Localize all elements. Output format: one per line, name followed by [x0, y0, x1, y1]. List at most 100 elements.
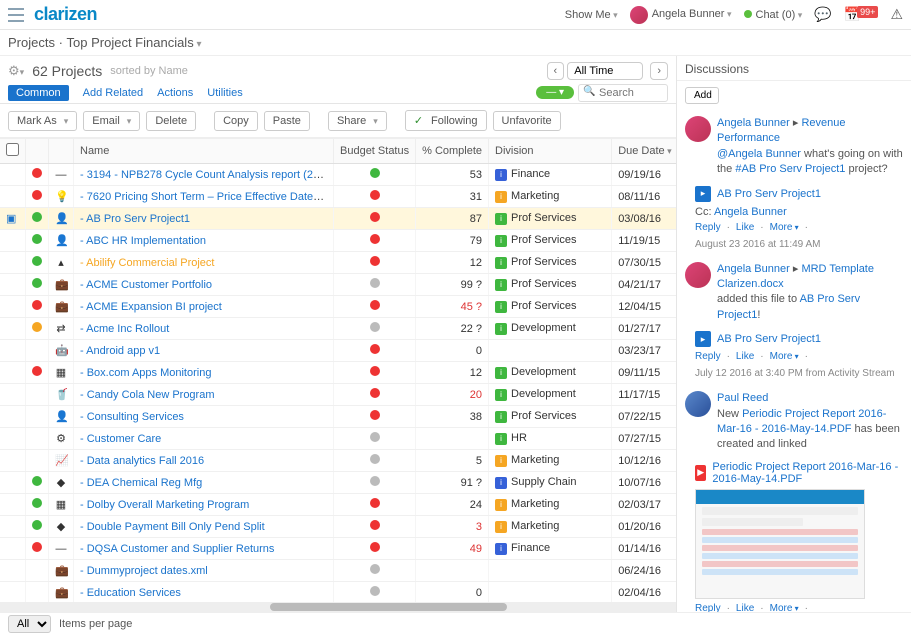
expand-icon[interactable]: ▣ [6, 213, 16, 225]
table-row[interactable]: 📈- Data analytics Fall 20165iMarketing10… [0, 450, 676, 472]
table-row[interactable]: ▦- Box.com Apps Monitoring12iDevelopment… [0, 362, 676, 384]
table-row[interactable]: 💼- Dummyproject dates.xml06/24/16 [0, 560, 676, 582]
table-row[interactable]: 💼- Education Services002/04/16ACME Corpo… [0, 582, 676, 603]
table-row[interactable]: ▦- Dolby Overall Marketing Program24iMar… [0, 494, 676, 516]
project-link[interactable]: - 3194 - NPB278 Cycle Count Analysis rep… [80, 169, 334, 181]
time-prev[interactable]: ‹ [547, 62, 565, 80]
table-row[interactable]: 🤖- Android app v1003/23/17Bluth Company [0, 340, 676, 362]
project-link[interactable]: - ACME Customer Portfolio [80, 279, 212, 291]
attachment[interactable]: ▸AB Pro Serv Project1 [695, 186, 911, 202]
project-link[interactable]: - Candy Cola New Program [80, 389, 215, 401]
mention-link[interactable]: @Angela Bunner [717, 148, 801, 160]
attachment-link[interactable]: Periodic Project Report 2016-Mar-16 - 20… [712, 461, 911, 485]
calendar-icon[interactable]: 📅99+ [844, 6, 879, 23]
project-link[interactable]: - Consulting Services [80, 411, 184, 423]
attachment-link[interactable]: AB Pro Serv Project1 [717, 188, 821, 200]
project-link[interactable]: - Android app v1 [80, 345, 160, 357]
show-me-menu[interactable]: Show Me [565, 9, 618, 21]
time-filter[interactable]: All Time [567, 62, 643, 80]
user-menu[interactable]: Angela Bunner [630, 6, 732, 24]
more-link[interactable]: More [770, 603, 799, 612]
reply-link[interactable]: Reply [695, 222, 721, 233]
table-row[interactable]: —- DQSA Customer and Supplier Returns49i… [0, 538, 676, 560]
table-row[interactable]: 💼- ACME Expansion BI project45 ?iProf Se… [0, 296, 676, 318]
tab-actions[interactable]: Actions [157, 87, 193, 99]
project-link[interactable]: - ABC HR Implementation [80, 235, 206, 247]
project-link[interactable]: - DEA Chemical Reg Mfg [80, 477, 202, 489]
project-link[interactable]: - Box.com Apps Monitoring [80, 367, 211, 379]
paste-button[interactable]: Paste [264, 111, 310, 131]
attachment-preview[interactable] [695, 489, 865, 599]
chat-menu[interactable]: Chat (0) [744, 9, 803, 21]
col-due-date[interactable]: Due Date [612, 139, 676, 164]
unfavorite-button[interactable]: Unfavorite [493, 111, 561, 131]
table-row[interactable]: ▴- Abilify Commercial Project12iProf Ser… [0, 252, 676, 274]
reply-link[interactable]: Reply [695, 603, 721, 612]
crumb-projects[interactable]: Projects [8, 35, 55, 50]
hashtag-link[interactable]: #AB Pro Serv Project1 [735, 163, 845, 175]
more-link[interactable]: More [770, 351, 799, 362]
attachment[interactable]: ▶Periodic Project Report 2016-Mar-16 - 2… [695, 461, 911, 485]
messages-icon[interactable]: 💬 [814, 6, 831, 23]
gear-icon[interactable]: ⚙▾ [8, 63, 24, 79]
project-link[interactable]: - 7620 Pricing Short Term – Price Effect… [80, 191, 334, 203]
table-row[interactable]: 💼- ACME Customer Portfolio99 ?iProf Serv… [0, 274, 676, 296]
like-link[interactable]: Like [736, 603, 754, 612]
project-link[interactable]: - Double Payment Bill Only Pend Split [80, 521, 265, 533]
crumb-view[interactable]: Top Project Financials [67, 35, 202, 50]
table-row[interactable]: —- 3194 - NPB278 Cycle Count Analysis re… [0, 164, 676, 186]
copy-button[interactable]: Copy [214, 111, 258, 131]
cc-link[interactable]: Angela Bunner [714, 206, 787, 218]
per-page-label: Items per page [59, 618, 132, 630]
email-button[interactable]: Email [83, 111, 140, 131]
table-row[interactable]: ▣👤- AB Pro Serv Project187iProf Services… [0, 208, 676, 230]
more-link[interactable]: More [770, 222, 799, 233]
table-row[interactable]: 👤- ABC HR Implementation79iProf Services… [0, 230, 676, 252]
table-row[interactable]: 🥤- Candy Cola New Program20iDevelopment1… [0, 384, 676, 406]
mark-as-button[interactable]: Mark As [8, 111, 77, 131]
project-link[interactable]: - Data analytics Fall 2016 [80, 455, 204, 467]
project-link[interactable]: - Dolby Overall Marketing Program [80, 499, 249, 511]
table-row[interactable]: ◆- Double Payment Bill Only Pend Split3i… [0, 516, 676, 538]
project-link[interactable]: - Customer Care [80, 433, 161, 445]
table-row[interactable]: ⚙- Customer CareiHR07/27/15 [0, 428, 676, 450]
table-row[interactable]: ◆- DEA Chemical Reg Mfg91 ?iSupply Chain… [0, 472, 676, 494]
select-all[interactable] [6, 143, 19, 156]
like-link[interactable]: Like [736, 222, 754, 233]
col-division[interactable]: Division [489, 139, 612, 164]
project-link[interactable]: - AB Pro Serv Project1 [80, 213, 190, 225]
author-link[interactable]: Angela Bunner [717, 263, 790, 275]
col-budget-status[interactable]: Budget Status [334, 139, 416, 164]
table-row[interactable]: 👤- Consulting Services38iProf Services07… [0, 406, 676, 428]
alerts-icon[interactable]: ⚠ [890, 6, 903, 23]
project-link[interactable]: - Acme Inc Rollout [80, 323, 169, 335]
reply-link[interactable]: Reply [695, 351, 721, 362]
col-pct-complete[interactable]: % Complete [416, 139, 489, 164]
tab-add-related[interactable]: Add Related [83, 87, 144, 99]
project-link[interactable]: - Education Services [80, 587, 181, 599]
tab-common[interactable]: Common [8, 85, 69, 101]
like-link[interactable]: Like [736, 351, 754, 362]
tab-utilities[interactable]: Utilities [207, 87, 242, 99]
col-name[interactable]: Name [74, 139, 334, 164]
project-link[interactable]: - Dummyproject dates.xml [80, 565, 208, 577]
menu-icon[interactable] [8, 8, 24, 22]
add-discussion-button[interactable]: Add [685, 87, 719, 104]
time-next[interactable]: › [650, 62, 668, 80]
table-row[interactable]: ⇄- Acme Inc Rollout22 ?iDevelopment01/27… [0, 318, 676, 340]
delete-button[interactable]: Delete [146, 111, 196, 131]
project-link[interactable]: - Abilify Commercial Project [80, 257, 214, 269]
attachment[interactable]: ▸AB Pro Serv Project1 [695, 331, 911, 347]
search-input[interactable] [578, 84, 668, 102]
project-link[interactable]: - DQSA Customer and Supplier Returns [80, 543, 274, 555]
project-link[interactable]: - ACME Expansion BI project [80, 301, 222, 313]
horizontal-scrollbar[interactable] [0, 602, 676, 612]
attachment-link[interactable]: AB Pro Serv Project1 [717, 333, 821, 345]
table-row[interactable]: 💡- 7620 Pricing Short Term – Price Effec… [0, 186, 676, 208]
filter-pill[interactable]: — ▾ [536, 86, 574, 99]
share-button[interactable]: Share [328, 111, 387, 131]
per-page-select[interactable]: All [8, 615, 51, 633]
following-button[interactable]: Following [405, 110, 487, 131]
author-link[interactable]: Angela Bunner [717, 117, 790, 129]
author-link[interactable]: Paul Reed [717, 392, 768, 404]
